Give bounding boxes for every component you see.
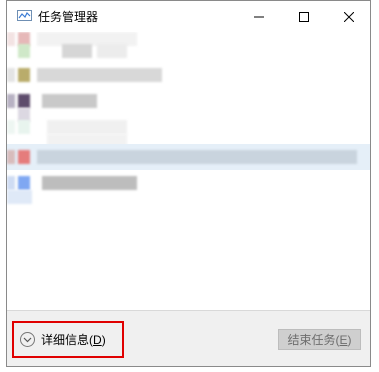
process-icon: [18, 176, 30, 190]
more-details-toggle[interactable]: 详细信息(D): [12, 321, 124, 358]
end-task-text: 结束任务: [287, 333, 336, 347]
process-name-placeholder: [42, 176, 137, 190]
process-name-placeholder: [37, 150, 357, 164]
minimize-icon: [254, 16, 264, 17]
close-icon: [344, 11, 354, 22]
process-name-placeholder: [37, 68, 162, 82]
end-task-button[interactable]: 结束任务(E): [278, 329, 361, 350]
task-manager-app-icon: [17, 10, 32, 21]
chevron-down-icon: [20, 332, 35, 347]
more-details-mnemonic: D: [93, 333, 102, 347]
process-row-fragment: [7, 190, 32, 204]
more-details-text: 详细信息: [41, 333, 90, 347]
process-row-fragment: [7, 150, 15, 164]
process-icon: [18, 94, 30, 108]
maximize-icon: [299, 11, 309, 22]
process-row[interactable]: [7, 68, 370, 82]
process-row[interactable]: [7, 44, 370, 58]
process-name-placeholder: [97, 44, 127, 58]
process-row[interactable]: [7, 94, 370, 108]
process-row-selected[interactable]: [7, 144, 370, 170]
process-name-placeholder: [62, 44, 92, 58]
title-bar[interactable]: 任务管理器: [7, 1, 370, 32]
window-title: 任务管理器: [38, 10, 99, 24]
process-icon: [18, 44, 30, 58]
maximize-button[interactable]: [281, 1, 327, 32]
end-task-mnemonic: E: [339, 332, 348, 347]
process-list: [7, 32, 370, 310]
close-button[interactable]: [326, 1, 372, 32]
process-row[interactable]: [7, 120, 370, 134]
minimize-button[interactable]: [236, 1, 282, 32]
process-icon: [18, 68, 30, 82]
process-row-fragment: [7, 94, 15, 108]
process-name-placeholder: [47, 120, 127, 134]
process-icon: [18, 120, 30, 134]
process-row[interactable]: [7, 190, 370, 204]
process-icon: [18, 150, 30, 164]
task-manager-window: 任务管理器 详细信息(D) 结束任务 (E): [6, 0, 371, 367]
process-name-placeholder: [42, 94, 97, 108]
process-row-fragment: [7, 68, 15, 82]
process-row-fragment: [7, 120, 15, 134]
process-row[interactable]: [7, 176, 370, 190]
process-row-fragment: [7, 176, 15, 190]
more-details-label: 详细信息(D): [41, 333, 106, 347]
footer-bar: 详细信息(D) 结束任务(E): [7, 311, 370, 366]
